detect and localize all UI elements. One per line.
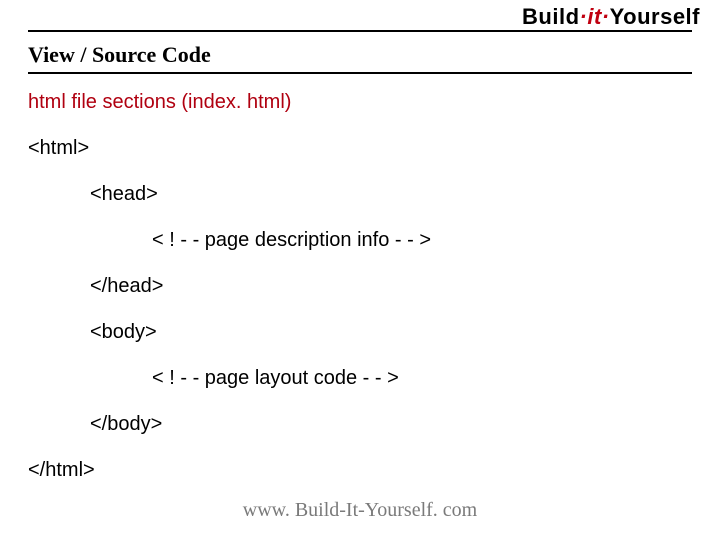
header-rule — [28, 30, 692, 32]
code-head-open: <head> — [90, 182, 431, 206]
code-html-open: <html> — [28, 136, 431, 160]
code-comment-description: < ! - - page description info - - > — [152, 228, 431, 252]
subtitle: html file sections (index. html) — [28, 90, 431, 114]
logo-part-yourself: Yourself — [610, 4, 700, 29]
logo-part-it: ·it· — [580, 4, 610, 29]
code-comment-layout: < ! - - page layout code - - > — [152, 366, 431, 390]
code-body-open: <body> — [90, 320, 431, 344]
code-head-close: </head> — [90, 274, 431, 298]
slide: Build·it·Yourself View / Source Code htm… — [0, 0, 720, 540]
footer-url: www. Build-It-Yourself. com — [0, 499, 720, 522]
code-html-close: </html> — [28, 458, 431, 482]
content-block: html file sections (index. html) <html> … — [28, 90, 431, 504]
page-title: View / Source Code — [28, 42, 692, 74]
logo-part-build: Build — [522, 4, 580, 29]
code-body-close: </body> — [90, 412, 431, 436]
brand-logo: Build·it·Yourself — [522, 4, 700, 30]
